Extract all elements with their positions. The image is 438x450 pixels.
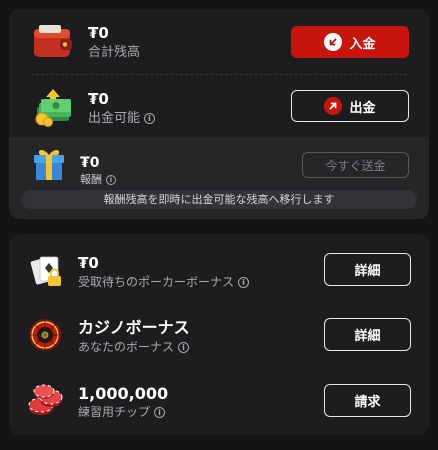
withdrawable-label-wrap: 出金可能 i xyxy=(88,111,156,127)
divider xyxy=(31,74,407,75)
balance-card: ₮0 合計残高 入金 ₮0 出金可能 i 出金 ₮0 報酬 i 今すぐ送金 報酬… xyxy=(9,9,429,219)
practice-chips-title: 1,000,000 xyxy=(78,384,169,403)
wallet-icon xyxy=(33,25,73,63)
details-label: 詳細 xyxy=(354,329,381,344)
claim-label: 請求 xyxy=(354,395,381,410)
withdraw-button[interactable]: 出金 xyxy=(291,90,409,122)
total-balance-label: 合計残高 xyxy=(88,45,141,60)
transfer-info-banner: 報酬残高を即時に出金可能な残高へ移行します xyxy=(21,190,417,209)
deposit-label: 入金 xyxy=(349,36,376,52)
casino-bonus-details-button[interactable]: 詳細 xyxy=(324,318,411,351)
casino-bonus-title: カジノボーナス xyxy=(78,318,190,337)
withdrawable-label: 出金可能 xyxy=(88,111,141,126)
poker-bonus-details-button[interactable]: 詳細 xyxy=(324,253,411,286)
info-icon[interactable]: i xyxy=(238,277,250,288)
info-icon[interactable]: i xyxy=(144,113,156,124)
poker-chips-icon xyxy=(27,384,63,422)
withdraw-label: 出金 xyxy=(349,100,376,116)
reward-label-wrap: 報酬 i xyxy=(80,172,116,188)
casino-bonus-subtitle-wrap: あなたのボーナス i xyxy=(78,339,190,355)
withdrawable-amount: ₮0 xyxy=(88,90,109,108)
poker-bonus-subtitle-wrap: 受取待ちのポーカーボーナス i xyxy=(78,274,250,290)
gift-box-icon xyxy=(31,147,67,185)
locked-cards-icon xyxy=(30,254,64,292)
bonus-card: ₮0 受取待ちのポーカーボーナス i 詳細 カジノボーナス あなたのボーナス i 詳… xyxy=(9,234,429,435)
claim-chips-button[interactable]: 請求 xyxy=(324,384,411,417)
reward-amount: ₮0 xyxy=(80,155,100,171)
money-stack-icon xyxy=(33,89,73,131)
send-now-button[interactable]: 今すぐ送金 xyxy=(302,152,409,178)
reward-label: 報酬 xyxy=(80,173,102,186)
roulette-icon xyxy=(28,318,62,356)
poker-bonus-subtitle: 受取待ちのポーカーボーナス xyxy=(78,275,235,289)
deposit-arrow-icon xyxy=(324,33,343,51)
info-icon[interactable]: i xyxy=(178,342,190,353)
info-icon[interactable]: i xyxy=(106,175,116,185)
info-icon[interactable]: i xyxy=(154,407,166,418)
deposit-button[interactable]: 入金 xyxy=(291,26,409,58)
casino-bonus-subtitle: あなたのボーナス xyxy=(78,340,175,354)
total-balance-amount: ₮0 xyxy=(88,24,109,42)
withdraw-arrow-icon xyxy=(324,97,343,115)
details-label: 詳細 xyxy=(354,264,381,279)
practice-chips-subtitle-wrap: 練習用チップ i xyxy=(78,404,166,420)
practice-chips-subtitle: 練習用チップ xyxy=(78,405,151,419)
send-now-label: 今すぐ送金 xyxy=(325,158,386,173)
poker-bonus-title: ₮0 xyxy=(78,254,99,272)
